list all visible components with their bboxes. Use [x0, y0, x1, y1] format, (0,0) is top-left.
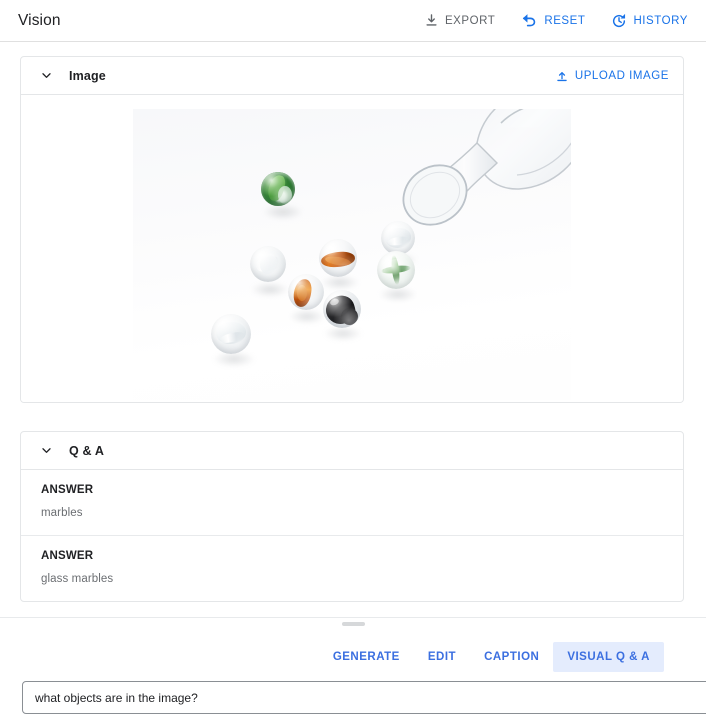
- marble-green: [261, 172, 295, 206]
- app-bar-actions: EXPORT RESET HISTORY: [422, 9, 690, 32]
- marble-shadow: [263, 204, 303, 220]
- app-title: Vision: [18, 11, 61, 29]
- answer-label: ANSWER: [41, 550, 94, 562]
- marble-shadow: [251, 282, 289, 297]
- answer-label: ANSWER: [41, 484, 94, 496]
- drawer-drag-handle[interactable]: [341, 622, 365, 626]
- undo-icon: [521, 12, 538, 29]
- marble-shadow: [324, 326, 362, 341]
- main-content: Image UPLOAD IMAGE Q & A ANSWER marbles …: [0, 42, 706, 602]
- marble-shadow: [321, 275, 359, 290]
- question-input-row: [22, 681, 706, 714]
- reset-label: RESET: [544, 14, 586, 27]
- mode-tabs: GENERATE EDIT CAPTION VISUAL Q & A: [0, 628, 706, 672]
- marble-green-cross: [377, 251, 415, 289]
- image-card-header: Image UPLOAD IMAGE: [21, 57, 683, 95]
- qa-card-header: Q & A: [21, 432, 683, 470]
- marble-shadow: [289, 309, 325, 324]
- image-viewport: [21, 95, 683, 402]
- upload-icon: [555, 69, 569, 83]
- upload-image-label: UPLOAD IMAGE: [574, 69, 669, 82]
- bottom-drawer: GENERATE EDIT CAPTION VISUAL Q & A: [0, 617, 706, 724]
- image-card: Image UPLOAD IMAGE: [20, 56, 684, 403]
- export-button[interactable]: EXPORT: [422, 10, 497, 31]
- tab-edit[interactable]: EDIT: [414, 642, 470, 672]
- uploaded-photo[interactable]: [133, 109, 571, 400]
- app-bar: Vision EXPORT RESET HISTORY: [0, 0, 706, 42]
- marble-white-right: [381, 221, 415, 255]
- tab-caption[interactable]: CAPTION: [470, 642, 553, 672]
- qa-answer-row: ANSWER marbles: [21, 470, 683, 536]
- marble-amber-lower: [288, 274, 324, 310]
- marble-black: [323, 290, 361, 328]
- drawer-divider: [0, 617, 706, 628]
- history-label: HISTORY: [633, 14, 688, 27]
- history-button[interactable]: HISTORY: [609, 10, 690, 32]
- qa-card: Q & A ANSWER marbles ANSWER glass marble…: [20, 431, 684, 602]
- marble-shadow: [379, 287, 417, 302]
- reset-button[interactable]: RESET: [519, 9, 587, 32]
- question-input[interactable]: [22, 681, 706, 714]
- qa-card-title: Q & A: [69, 443, 105, 458]
- marble-clear-left: [250, 246, 286, 282]
- marble-clear-bottom: [211, 314, 251, 354]
- upload-image-button[interactable]: UPLOAD IMAGE: [553, 66, 671, 86]
- chevron-down-icon[interactable]: [35, 440, 57, 462]
- tab-visual-qa[interactable]: VISUAL Q & A: [553, 642, 664, 672]
- glass-goblet: [402, 109, 571, 226]
- answer-value: marbles: [41, 507, 83, 519]
- qa-answer-row: ANSWER glass marbles: [21, 536, 683, 601]
- tab-generate[interactable]: GENERATE: [319, 642, 414, 672]
- history-icon: [611, 13, 627, 29]
- chevron-down-icon[interactable]: [35, 65, 57, 87]
- image-card-title: Image: [69, 68, 106, 83]
- download-icon: [424, 13, 439, 28]
- export-label: EXPORT: [444, 14, 496, 27]
- answer-value: glass marbles: [41, 573, 114, 585]
- marble-amber-top: [319, 239, 357, 277]
